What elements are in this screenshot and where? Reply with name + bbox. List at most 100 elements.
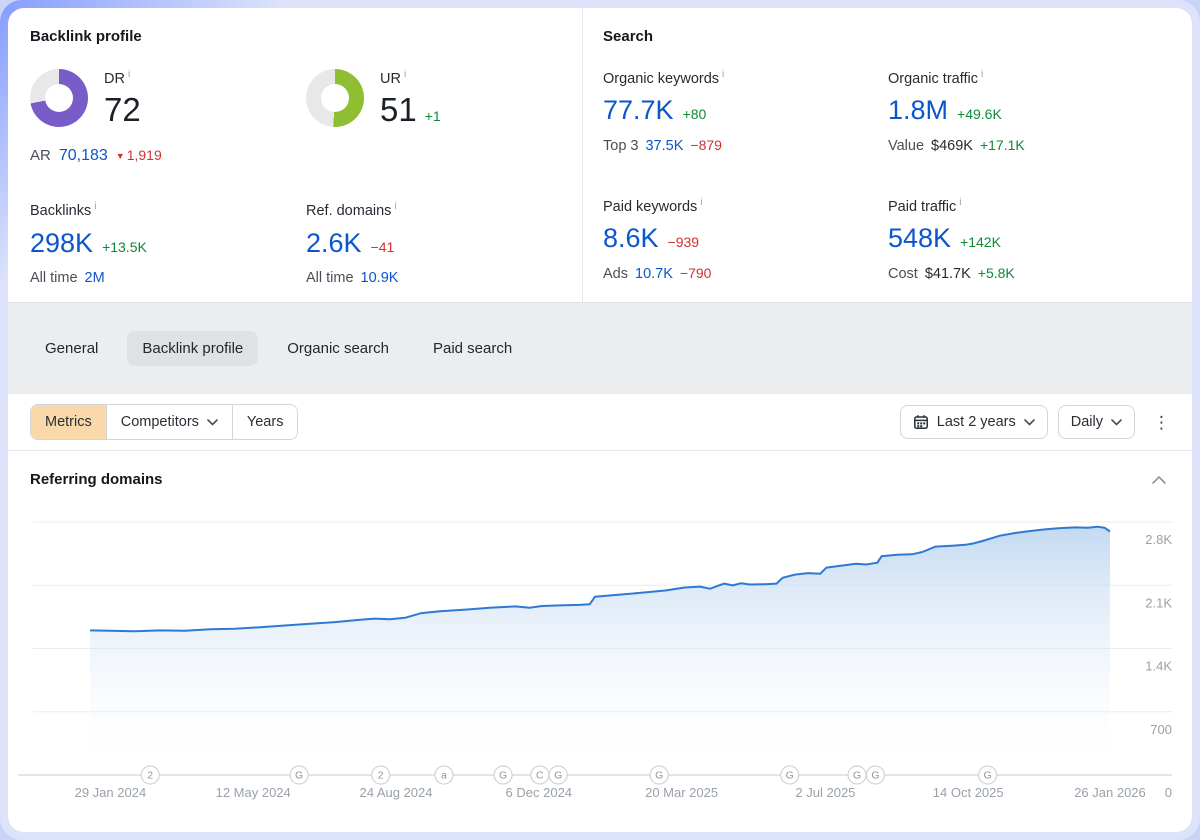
metric-value-link[interactable]: 77.7K (603, 95, 674, 126)
svg-text:20 Mar 2025: 20 Mar 2025 (645, 785, 718, 800)
report-tabs: General Backlink profile Organic search … (8, 302, 1192, 394)
metric-value-link[interactable]: 548K (888, 223, 951, 254)
svg-text:2.8K: 2.8K (1145, 532, 1172, 547)
dr-donut-chart (30, 69, 88, 127)
segment-competitors[interactable]: Competitors (106, 405, 232, 439)
svg-text:2 Jul 2025: 2 Jul 2025 (795, 785, 855, 800)
organic-keywords-metric: Organic keywordsi 77.7K +80 Top 3 37.5K … (603, 69, 888, 154)
info-icon[interactable]: i (94, 201, 96, 212)
app-window: Backlink profile DRi 72 URi 51 +1 (0, 0, 1200, 840)
metric-value-link[interactable]: 8.6K (603, 223, 659, 254)
info-icon[interactable]: i (128, 69, 130, 80)
referring-domains-panel: Referring domains 2.8K2.1K1.4K700029 Jan… (8, 451, 1192, 832)
alltime-value-link[interactable]: 2M (85, 270, 105, 286)
referring-domains-area-chart[interactable]: 2.8K2.1K1.4K700029 Jan 202412 May 202424… (8, 505, 1192, 817)
more-options-kebab-icon[interactable]: ⋮ (1153, 414, 1170, 431)
calendar-icon (913, 414, 929, 430)
svg-text:G: G (554, 770, 562, 782)
search-title: Search (603, 28, 1192, 45)
svg-text:2: 2 (147, 770, 153, 782)
backlinks-value-link[interactable]: 298K (30, 228, 93, 259)
metric-sub-value[interactable]: 10.7K (635, 266, 673, 282)
metric-delta: +142K (960, 234, 1001, 250)
backlinks-delta: +13.5K (102, 239, 147, 255)
svg-text:G: G (295, 770, 303, 782)
backlink-profile-title: Backlink profile (30, 28, 582, 45)
search-section: Search Organic keywordsi 77.7K +80 Top 3… (583, 8, 1192, 302)
info-icon[interactable]: i (700, 197, 702, 208)
collapse-panel-button[interactable] (1152, 476, 1166, 484)
chevron-up-icon (1152, 476, 1166, 484)
organic-traffic-metric: Organic traffici 1.8M +49.6K Value $469K… (888, 69, 1192, 154)
backlink-profile-section: Backlink profile DRi 72 URi 51 +1 (8, 8, 583, 302)
svg-text:G: G (984, 770, 992, 782)
triangle-down-icon: ▼ (116, 151, 125, 161)
tab-organic-search[interactable]: Organic search (272, 331, 404, 366)
metric-sub-delta: +17.1K (980, 137, 1025, 153)
ref-domains-metric: Ref. domainsi 2.6K −41 All time 10.9K (306, 201, 582, 286)
info-icon[interactable]: i (959, 197, 961, 208)
svg-text:G: G (499, 770, 507, 782)
chevron-down-icon (1024, 419, 1035, 426)
svg-text:G: G (655, 770, 663, 782)
ref-domains-value-link[interactable]: 2.6K (306, 228, 362, 259)
info-icon[interactable]: i (981, 69, 983, 80)
svg-text:24 Aug 2024: 24 Aug 2024 (359, 785, 432, 800)
dr-value: 72 (104, 91, 141, 129)
svg-text:0: 0 (1165, 785, 1172, 800)
dashboard-card: Backlink profile DRi 72 URi 51 +1 (8, 8, 1192, 832)
svg-text:a: a (441, 770, 447, 782)
info-icon[interactable]: i (394, 201, 396, 212)
segment-years[interactable]: Years (232, 405, 298, 439)
alltime-label: All time (30, 270, 78, 286)
metric-sub-value[interactable]: $469K (931, 138, 973, 154)
info-icon[interactable]: i (404, 69, 406, 80)
ur-delta: +1 (425, 108, 441, 124)
ahrefs-rank-row: AR 70,183 ▼1,919 (30, 147, 582, 165)
metric-sub-delta: −879 (690, 137, 722, 153)
svg-text:2.1K: 2.1K (1145, 595, 1172, 610)
svg-text:2: 2 (378, 770, 384, 782)
ar-value-link[interactable]: 70,183 (59, 147, 108, 165)
svg-text:C: C (536, 770, 544, 782)
alltime-value-link[interactable]: 10.9K (361, 270, 399, 286)
dr-label: DRi (104, 69, 141, 87)
svg-text:700: 700 (1150, 722, 1172, 737)
metric-delta: +49.6K (957, 106, 1002, 122)
metric-sub-delta: +5.8K (978, 265, 1015, 281)
backlinks-metric: Backlinksi 298K +13.5K All time 2M (30, 201, 306, 286)
metric-delta: +80 (683, 106, 707, 122)
chevron-down-icon (207, 419, 218, 426)
chart-controls: Metrics Competitors Years Last 2 years D… (8, 394, 1192, 451)
metric-sub-value[interactable]: 37.5K (645, 138, 683, 154)
metric-sub-delta: −790 (680, 265, 712, 281)
chevron-down-icon (1111, 419, 1122, 426)
paid-keywords-metric: Paid keywordsi 8.6K −939 Ads 10.7K −790 (603, 197, 888, 282)
svg-text:6 Dec 2024: 6 Dec 2024 (506, 785, 573, 800)
ur-value: 51 (380, 91, 417, 129)
ar-delta: ▼1,919 (116, 147, 162, 163)
metric-value-link[interactable]: 1.8M (888, 95, 948, 126)
ar-label: AR (30, 147, 51, 164)
svg-text:14 Oct 2025: 14 Oct 2025 (933, 785, 1004, 800)
svg-text:12 May 2024: 12 May 2024 (216, 785, 291, 800)
tab-general[interactable]: General (30, 331, 113, 366)
alltime-label: All time (306, 270, 354, 286)
ref-domains-label: Ref. domainsi (306, 201, 582, 219)
svg-text:G: G (871, 770, 879, 782)
tab-backlink-profile[interactable]: Backlink profile (127, 331, 258, 366)
metric-delta: −939 (668, 234, 700, 250)
svg-text:29 Jan 2024: 29 Jan 2024 (75, 785, 147, 800)
ur-label: URi (380, 69, 441, 87)
info-icon[interactable]: i (722, 69, 724, 80)
metric-sub-value[interactable]: $41.7K (925, 266, 971, 282)
view-segmented-control: Metrics Competitors Years (30, 404, 298, 440)
svg-text:G: G (853, 770, 861, 782)
granularity-button[interactable]: Daily (1058, 405, 1135, 439)
segment-metrics[interactable]: Metrics (31, 405, 106, 439)
date-range-button[interactable]: Last 2 years (900, 405, 1048, 439)
tab-paid-search[interactable]: Paid search (418, 331, 527, 366)
ur-donut-chart (306, 69, 364, 127)
overview-panel: Backlink profile DRi 72 URi 51 +1 (8, 8, 1192, 302)
backlinks-label: Backlinksi (30, 201, 306, 219)
